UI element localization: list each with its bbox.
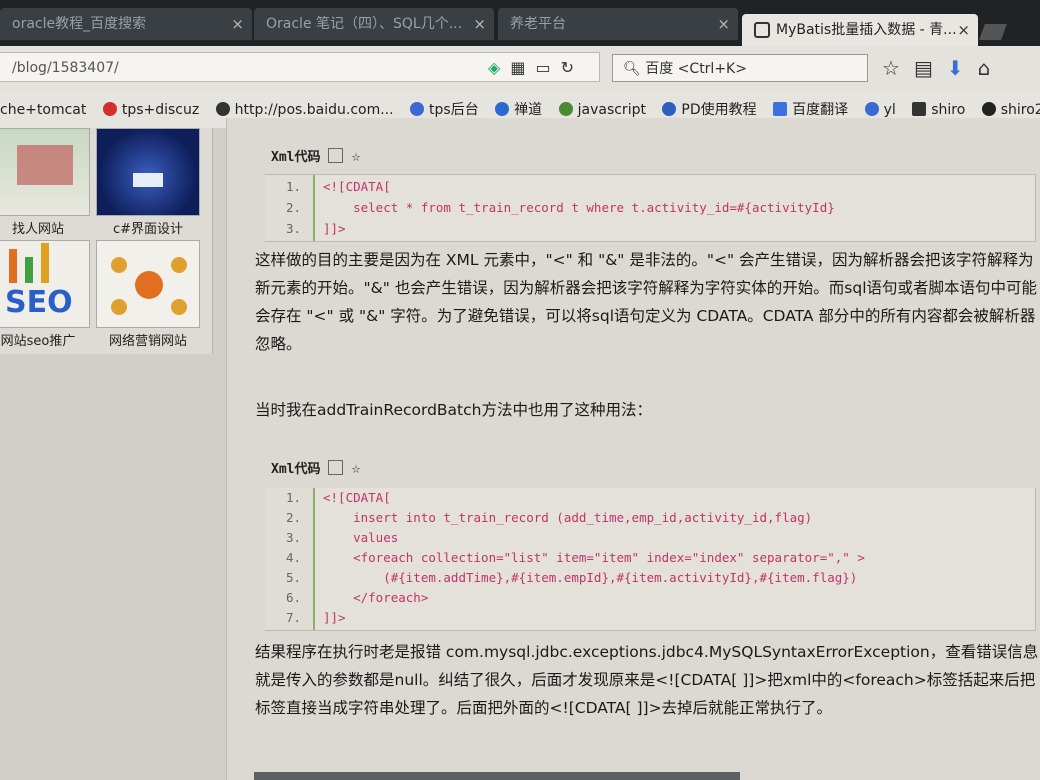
code-line: 4. <foreach collection="list" item="item… (285, 550, 865, 565)
copy-icon[interactable] (328, 148, 344, 163)
bookmark-icon (558, 102, 573, 116)
bookmark-icon (410, 102, 425, 116)
ad-label[interactable]: 网站seo推广 (0, 330, 90, 349)
code-line: 3. values (285, 530, 399, 545)
paragraph-usage: 当时我在addTrainRecordBatch方法中也用了这种用法： (255, 401, 652, 419)
sidebar: 找人网站 c#界面设计 SEO 网站seo推广 网络营销网站 (0, 128, 226, 780)
ad-image-csharp-ui[interactable] (96, 128, 200, 216)
code-header-label: Xml代码 (271, 150, 321, 165)
address-toolbar: /blog/1583407/ ◈▦▭↻ 🔍︎ 百度 <Ctrl+K> ☆▤⬇⌂ (0, 46, 1040, 93)
toolbar-icons: ☆▤⬇⌂ (882, 56, 1004, 80)
code-line: 7.]]> (285, 610, 346, 625)
code-line: 1. <![CDATA[ (285, 490, 391, 505)
code-line: 6. </foreach> (285, 590, 429, 605)
reader-icon[interactable]: ▭ (535, 58, 560, 77)
close-icon[interactable]: × (957, 14, 970, 46)
qr-code-icon[interactable]: ▦ (510, 58, 535, 77)
ad-image-graphic (171, 299, 187, 315)
ad-image-graphic (135, 271, 163, 299)
ad-image-graphic (41, 243, 49, 283)
ad-image-graphic (17, 145, 73, 185)
close-icon[interactable]: × (231, 8, 244, 40)
iteye-icon (754, 22, 770, 38)
ad-thumbnails: 找人网站 c#界面设计 SEO 网站seo推广 网络营销网站 (0, 128, 213, 354)
code-line: 2. insert into t_train_record (add_time,… (285, 510, 813, 525)
ad-image-graphic (111, 257, 127, 273)
bookmark-icon (102, 102, 117, 116)
shield-icon[interactable]: ◈ (488, 58, 510, 77)
code-block-1: 1. <![CDATA[ 2. select * from t_train_rec… (265, 174, 1036, 242)
code-line: 1. <![CDATA[ (285, 179, 391, 194)
paw-icon (662, 102, 677, 116)
code-block-2: 1. <![CDATA[ 2. insert into t_train_recor… (265, 488, 1036, 631)
address-icons: ◈▦▭↻ (488, 58, 584, 77)
tab-label: Oracle 笔记（四）、SQL几个... (266, 16, 463, 32)
paragraph-result: 结果程序在执行时老是报错 com.mysql.jdbc.exceptions.j… (255, 643, 1039, 717)
ad-label[interactable]: 网络营销网站 (96, 330, 200, 349)
tab-oracle-notes[interactable]: Oracle 笔记（四）、SQL几个... × (254, 8, 494, 40)
code-line: 3.]]> (285, 221, 346, 236)
star-icon[interactable]: ☆ (882, 56, 914, 80)
ad-image-graphic (171, 257, 187, 273)
close-icon[interactable]: × (717, 8, 730, 40)
bookmark-icon (981, 102, 996, 116)
paragraph-explanation: 这样做的目的主要是因为在 XML 元素中，"<" 和 "&" 是非法的。"<" … (255, 251, 1037, 353)
reload-icon[interactable]: ↻ (561, 58, 584, 77)
bookmark-apache-tomcat[interactable]: che+tomcat (0, 92, 86, 128)
ad-image-graphic (25, 257, 33, 283)
horizontal-scrollbar[interactable] (254, 772, 740, 780)
tab-mybatis[interactable]: MyBatis批量插入数据 - 青... × (742, 14, 978, 46)
ad-image-find-people[interactable] (0, 128, 90, 216)
bookmark-tps-discuz[interactable]: tps+discuz (102, 92, 199, 128)
bookmark-icon (495, 102, 510, 116)
search-input[interactable]: 🔍︎ 百度 <Ctrl+K> (612, 54, 868, 82)
close-icon[interactable]: × (473, 8, 486, 40)
bookmark-icon (912, 102, 927, 116)
code-header: Xml代码 ☆ (271, 458, 361, 477)
ad-label[interactable]: 找人网站 (0, 218, 90, 237)
star-icon[interactable]: ☆ (351, 147, 360, 165)
tab-yanglao[interactable]: 养老平台 × (498, 8, 738, 40)
copy-icon[interactable] (328, 460, 344, 475)
search-placeholder: 百度 <Ctrl+K> (645, 61, 747, 77)
code-line: 5. (#{item.addTime},#{item.empId},#{item… (285, 570, 858, 585)
tab-label: MyBatis批量插入数据 - 青... (776, 22, 957, 38)
tab-label: oracle教程_百度搜索 (12, 16, 147, 32)
download-icon[interactable]: ⬇ (947, 56, 978, 80)
seo-logo: SEO (5, 285, 73, 320)
code-header: Xml代码 ☆ (271, 146, 361, 165)
ad-image-network-marketing[interactable] (96, 240, 200, 328)
home-icon[interactable]: ⌂ (978, 56, 1005, 80)
bookmark-icon (864, 102, 879, 116)
ad-label[interactable]: c#界面设计 (96, 218, 200, 237)
search-icon: 🔍︎ (623, 61, 641, 77)
ad-image-graphic (111, 299, 127, 315)
tab-bar: oracle教程_百度搜索 × Oracle 笔记（四）、SQL几个... × … (0, 0, 1040, 46)
code-header-label: Xml代码 (271, 462, 321, 477)
globe-icon (215, 102, 230, 116)
article-content: Xml代码 ☆ 1. <![CDATA[ 2. select * from t_tr… (226, 118, 1040, 780)
tab-label: 养老平台 (510, 16, 566, 32)
ad-image-graphic (133, 173, 163, 187)
reading-list-icon[interactable]: ▤ (914, 56, 947, 80)
new-tab-button[interactable] (979, 24, 1007, 40)
translate-icon (773, 102, 788, 116)
star-icon[interactable]: ☆ (351, 459, 360, 477)
tab-oracle-search[interactable]: oracle教程_百度搜索 × (0, 8, 252, 40)
ad-image-seo[interactable]: SEO (0, 240, 90, 328)
code-line: 2. select * from t_train_record t where … (285, 200, 835, 215)
ad-image-graphic (9, 249, 17, 283)
